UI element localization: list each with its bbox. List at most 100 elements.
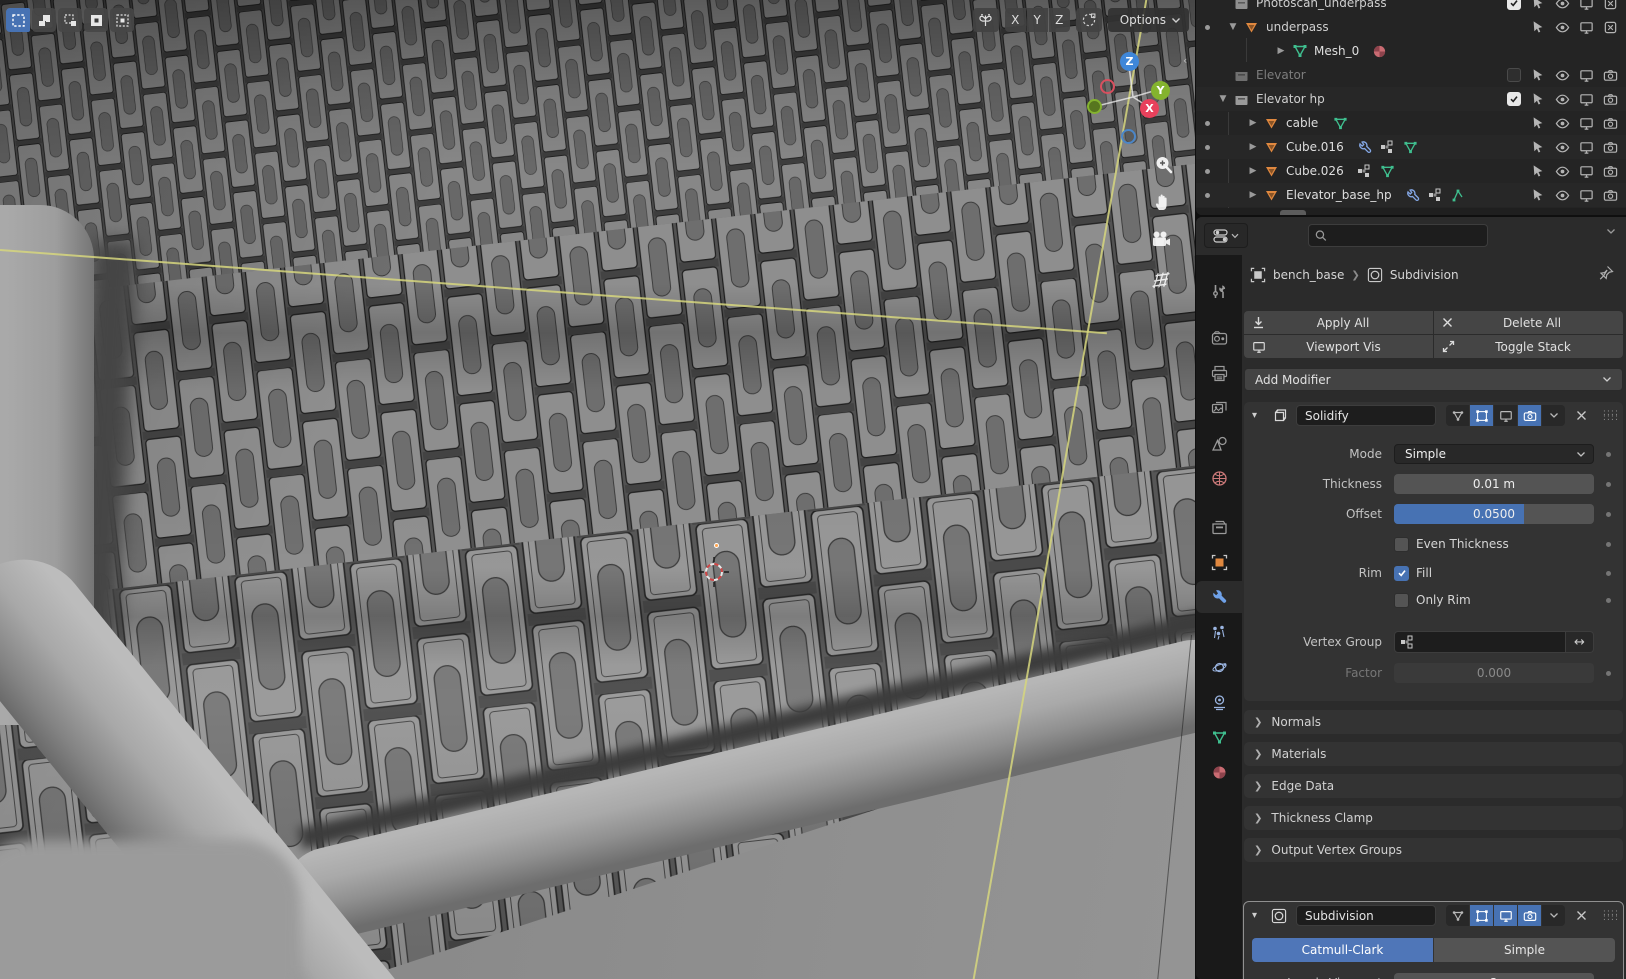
exclude-checkbox[interactable] [1502, 87, 1526, 111]
mirror-y-button[interactable]: Y [1027, 8, 1048, 32]
only-rim-checkbox[interactable] [1394, 593, 1409, 608]
vertex-group-field[interactable] [1394, 631, 1566, 653]
viewport-disable-icon[interactable] [1574, 135, 1598, 159]
selectable-toggle-icon[interactable] [1526, 0, 1550, 15]
viewport-display-toggle[interactable] [1494, 905, 1517, 926]
expand-arrow-icon[interactable]: ▼ [1226, 22, 1240, 32]
section-thickness-clamp[interactable]: ❯ Thickness Clamp [1244, 806, 1623, 830]
catmull-clark-button[interactable]: Catmull-Clark [1252, 938, 1433, 962]
animate-dot[interactable] [1606, 571, 1611, 576]
drag-handle[interactable]: :::::::: [1603, 911, 1619, 921]
tab-output[interactable] [1196, 357, 1242, 389]
expand-arrow-icon[interactable]: ▶ [1246, 190, 1260, 200]
render-disable-icon[interactable] [1598, 135, 1622, 159]
render-disable-icon[interactable] [1598, 87, 1622, 111]
animate-dot[interactable] [1606, 452, 1611, 457]
viewport-display-toggle[interactable] [1494, 405, 1517, 426]
exclude-checkbox[interactable] [1502, 63, 1526, 87]
subdivision-panel-header[interactable]: ▾ Subdivision :::::::: [1244, 902, 1623, 929]
tab-constraints[interactable] [1196, 686, 1242, 718]
tab-material[interactable] [1196, 756, 1242, 788]
outliner-row-cube-016[interactable]: ▶ Cube.016 [1196, 135, 1626, 159]
outliner-editor[interactable]: Photoscan_underpass ▼ underpass [1196, 0, 1626, 215]
animate-dot[interactable] [1606, 671, 1611, 676]
selectable-toggle-icon[interactable] [1526, 87, 1550, 111]
section-edge-data[interactable]: ❯ Edge Data [1244, 774, 1623, 798]
outliner-row-underpass[interactable]: ▼ underpass [1196, 15, 1626, 39]
gizmo-neg-x-axis[interactable] [1100, 79, 1115, 94]
section-materials[interactable]: ❯ Materials [1244, 742, 1623, 766]
tab-render[interactable] [1196, 322, 1242, 354]
hide-eye-icon[interactable] [1550, 0, 1574, 15]
region-collapse-chevron[interactable]: ‹ [1183, 54, 1187, 67]
selectable-toggle-icon[interactable] [1526, 135, 1550, 159]
select-invert-button[interactable] [84, 8, 108, 32]
factor-field[interactable]: 0.000 [1394, 663, 1594, 683]
gizmo-z-axis[interactable]: Z [1120, 52, 1139, 71]
3d-viewport[interactable]: X Y Z Options Z Y X [0, 0, 1195, 979]
render-display-toggle[interactable] [1518, 905, 1541, 926]
render-display-toggle[interactable] [1518, 405, 1541, 426]
select-intersect-button[interactable] [110, 8, 134, 32]
mode-dropdown[interactable]: Simple [1394, 444, 1594, 464]
collapse-chevron-icon[interactable]: ▾ [1252, 910, 1266, 921]
tab-scene[interactable] [1196, 427, 1242, 459]
edit-mode-display-toggle[interactable] [1446, 405, 1469, 426]
tab-object[interactable] [1196, 546, 1242, 578]
gizmo-neg-y-axis[interactable] [1087, 99, 1102, 114]
selectable-toggle-icon[interactable] [1526, 63, 1550, 87]
outliner-row-elevator-base-hp[interactable]: ▶ Elevator_base_hp [1196, 183, 1626, 207]
properties-editor[interactable]: bench_base ❯ Subdivision Apply All Delet… [1196, 217, 1626, 979]
add-modifier-dropdown[interactable]: Add Modifier [1244, 368, 1623, 391]
viewport-disable-icon[interactable] [1574, 63, 1598, 87]
tab-physics[interactable] [1196, 651, 1242, 683]
solidify-panel-header[interactable]: ▾ Solidify :::::::: [1244, 402, 1623, 429]
expand-arrow-icon[interactable]: ▼ [1216, 94, 1230, 104]
exclude-checkbox[interactable] [1502, 0, 1526, 15]
tab-modifiers[interactable] [1196, 581, 1242, 613]
viewport-vis-button[interactable]: Viewport Vis [1244, 335, 1433, 358]
apply-all-button[interactable]: Apply All [1244, 311, 1433, 334]
orthographic-toggle-icon[interactable] [1148, 267, 1174, 293]
outliner-row-mesh-0[interactable]: ▶ Mesh_0 [1196, 39, 1626, 63]
hide-eye-icon[interactable] [1550, 63, 1574, 87]
modifier-extras-dropdown[interactable] [1542, 405, 1565, 426]
breadcrumb-object[interactable]: bench_base [1273, 268, 1344, 282]
selectable-toggle-icon[interactable] [1526, 15, 1550, 39]
select-set-button[interactable] [6, 8, 30, 32]
invert-vertex-group-button[interactable]: ↔ [1566, 631, 1594, 653]
hide-eye-icon[interactable] [1550, 111, 1574, 135]
tab-world[interactable] [1196, 462, 1242, 494]
toggle-stack-button[interactable]: Toggle Stack [1434, 335, 1623, 358]
hide-eye-icon[interactable] [1550, 15, 1574, 39]
tab-object-data[interactable] [1196, 721, 1242, 753]
selectable-toggle-icon[interactable] [1526, 111, 1550, 135]
offset-slider[interactable]: 0.0500 [1394, 504, 1594, 524]
collapse-chevron-icon[interactable]: ▾ [1252, 410, 1266, 421]
select-extend-button[interactable] [32, 8, 56, 32]
outliner-row-photoscan-underpass[interactable]: Photoscan_underpass [1196, 0, 1626, 15]
outliner-row-elevator[interactable]: Elevator [1196, 63, 1626, 87]
gizmo-x-axis[interactable]: X [1140, 99, 1159, 118]
tab-view-layer[interactable] [1196, 392, 1242, 424]
proportional-edit-button[interactable] [1076, 8, 1102, 32]
thickness-field[interactable]: 0.01 m [1394, 474, 1594, 494]
render-disable-icon[interactable] [1598, 183, 1622, 207]
properties-search[interactable] [1308, 224, 1488, 247]
navigation-gizmo[interactable]: Z Y X [1085, 48, 1175, 148]
remove-modifier-button[interactable] [1572, 910, 1590, 921]
hide-eye-icon[interactable] [1550, 183, 1574, 207]
viewport-disable-icon[interactable] [1574, 111, 1598, 135]
camera-view-icon[interactable] [1148, 227, 1174, 253]
mirror-z-button[interactable]: Z [1049, 8, 1070, 32]
properties-options-chevron[interactable] [1606, 228, 1616, 235]
breadcrumb-modifier[interactable]: Subdivision [1390, 268, 1459, 282]
modifier-extras-dropdown[interactable] [1542, 905, 1565, 926]
zoom-tool-icon[interactable] [1151, 152, 1177, 178]
even-thickness-checkbox[interactable] [1394, 537, 1409, 552]
pin-icon[interactable] [1598, 265, 1614, 281]
viewport-disable-icon[interactable] [1574, 0, 1598, 15]
outliner-row-cable[interactable]: ▶ cable [1196, 111, 1626, 135]
rim-fill-checkbox[interactable] [1394, 566, 1409, 581]
tab-collection[interactable] [1196, 511, 1242, 543]
